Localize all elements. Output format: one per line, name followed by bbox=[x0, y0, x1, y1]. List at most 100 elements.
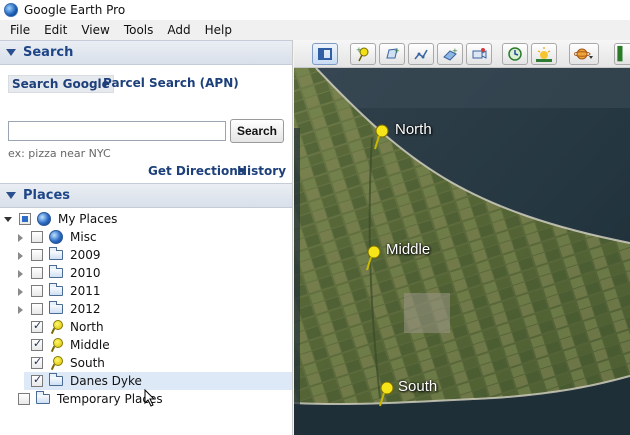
search-hint: ex: pizza near NYC bbox=[8, 147, 111, 160]
svg-text:+: + bbox=[394, 47, 400, 55]
placemark-pin-north-icon[interactable] bbox=[369, 123, 391, 151]
checkbox[interactable] bbox=[31, 267, 43, 279]
menu-add[interactable]: Add bbox=[161, 20, 196, 40]
checkbox[interactable] bbox=[31, 249, 43, 261]
add-placemark-button[interactable]: + bbox=[350, 43, 376, 65]
checkbox[interactable] bbox=[31, 285, 43, 297]
historical-imagery-button[interactable] bbox=[502, 43, 528, 65]
search-button[interactable]: Search bbox=[230, 119, 284, 143]
tree-item-2012[interactable]: 2012 bbox=[16, 300, 101, 318]
menu-bar: File Edit View Tools Add Help bbox=[0, 20, 630, 40]
checkbox[interactable] bbox=[31, 319, 43, 333]
tree-item-middle[interactable]: Middle bbox=[31, 336, 110, 354]
add-path-icon bbox=[414, 49, 428, 60]
tree-item-label: 2012 bbox=[70, 302, 101, 316]
checkbox[interactable] bbox=[19, 213, 31, 225]
tree-item-label: My Places bbox=[58, 212, 118, 226]
collapse-triangle-icon bbox=[6, 192, 16, 199]
google-earth-app-icon bbox=[4, 3, 18, 17]
history-link[interactable]: History bbox=[237, 164, 286, 178]
svg-text:+: + bbox=[356, 46, 362, 54]
add-image-overlay-icon: + bbox=[443, 47, 458, 61]
record-tour-button[interactable] bbox=[466, 43, 492, 65]
historical-imagery-icon bbox=[508, 47, 522, 61]
mouse-cursor-icon bbox=[144, 389, 156, 407]
window-title: Google Earth Pro bbox=[24, 3, 126, 17]
tree-item-label: Misc bbox=[70, 230, 97, 244]
checkbox[interactable] bbox=[31, 303, 43, 315]
placemark-pin-icon bbox=[48, 320, 64, 334]
planets-icon bbox=[574, 48, 593, 60]
record-tour-icon bbox=[472, 48, 487, 59]
expand-arrow-icon[interactable] bbox=[16, 287, 25, 296]
map-toolbar: + + + ▌ bbox=[294, 40, 630, 68]
placemark-pin-icon bbox=[48, 356, 64, 370]
globe-icon bbox=[36, 212, 52, 226]
tree-item-2011[interactable]: 2011 bbox=[16, 282, 101, 300]
placemark-pin-icon bbox=[48, 338, 64, 352]
placemark-label-north[interactable]: North bbox=[395, 121, 432, 138]
places-panel-header[interactable]: Places bbox=[0, 183, 292, 208]
add-polygon-button[interactable]: + bbox=[379, 43, 405, 65]
tree-item-2010[interactable]: 2010 bbox=[16, 264, 101, 282]
placemark-pin-south-icon[interactable] bbox=[374, 380, 396, 408]
checkbox[interactable] bbox=[31, 231, 43, 243]
tree-item-danes-dyke[interactable]: Danes Dyke bbox=[24, 372, 292, 390]
tree-item-label: Danes Dyke bbox=[70, 374, 142, 388]
folder-icon bbox=[35, 391, 51, 406]
menu-file[interactable]: File bbox=[4, 20, 36, 40]
sunlight-icon bbox=[536, 47, 552, 62]
more-tools-button[interactable]: ▌ bbox=[614, 43, 630, 65]
tree-item-label: South bbox=[70, 356, 105, 370]
expand-arrow-icon[interactable] bbox=[16, 305, 25, 314]
tab-search-google[interactable]: Search Google bbox=[8, 75, 114, 93]
folder-icon bbox=[48, 265, 64, 280]
sidebar: Search Search Google Parcel Search (APN)… bbox=[0, 40, 293, 435]
tree-item-north[interactable]: North bbox=[31, 318, 104, 336]
menu-edit[interactable]: Edit bbox=[38, 20, 73, 40]
tree-item-label: North bbox=[70, 320, 104, 334]
globe-icon bbox=[48, 230, 64, 244]
tree-item-my-places[interactable]: My Places bbox=[4, 210, 117, 228]
map-view[interactable]: North Middle South bbox=[294, 68, 630, 435]
sidebar-toggle-button[interactable] bbox=[312, 43, 338, 65]
checkbox[interactable] bbox=[31, 373, 43, 387]
checkbox[interactable] bbox=[31, 337, 43, 351]
placemark-label-middle[interactable]: Middle bbox=[386, 241, 430, 258]
menu-tools[interactable]: Tools bbox=[118, 20, 160, 40]
tree-item-label: 2011 bbox=[70, 284, 101, 298]
menu-view[interactable]: View bbox=[75, 20, 115, 40]
planets-button[interactable] bbox=[569, 43, 599, 65]
folder-icon bbox=[48, 373, 64, 388]
tree-item-2009[interactable]: 2009 bbox=[16, 246, 101, 264]
add-path-button[interactable] bbox=[408, 43, 434, 65]
tree-item-label: 2009 bbox=[70, 248, 101, 262]
checkbox[interactable] bbox=[31, 355, 43, 369]
search-input[interactable] bbox=[8, 121, 226, 141]
sunlight-button[interactable] bbox=[531, 43, 557, 65]
tree-item-misc[interactable]: Misc bbox=[16, 228, 97, 246]
add-polygon-icon: + bbox=[386, 47, 400, 59]
expand-arrow-icon[interactable] bbox=[4, 215, 13, 224]
search-panel-header[interactable]: Search bbox=[0, 40, 292, 65]
get-directions-link[interactable]: Get Directions bbox=[148, 164, 245, 178]
expand-arrow-icon[interactable] bbox=[16, 269, 25, 278]
expand-arrow-icon[interactable] bbox=[16, 233, 25, 242]
placemark-label-south[interactable]: South bbox=[398, 378, 437, 395]
checkbox[interactable] bbox=[18, 393, 30, 405]
add-placemark-icon: + bbox=[356, 46, 369, 62]
overflow-icon: ▌ bbox=[617, 46, 628, 62]
tree-item-label: 2010 bbox=[70, 266, 101, 280]
add-image-overlay-button[interactable]: + bbox=[437, 43, 463, 65]
menu-help[interactable]: Help bbox=[199, 20, 238, 40]
svg-text:+: + bbox=[452, 47, 458, 55]
tree-item-temporary-places[interactable]: Temporary Places bbox=[18, 390, 163, 408]
folder-icon bbox=[48, 301, 64, 316]
placemark-pin-middle-icon[interactable] bbox=[361, 244, 383, 272]
satellite-imagery[interactable] bbox=[294, 68, 630, 435]
places-panel-title: Places bbox=[23, 188, 71, 203]
search-panel-title: Search bbox=[23, 45, 74, 60]
tab-parcel-search[interactable]: Parcel Search (APN) bbox=[103, 76, 239, 90]
tree-item-south[interactable]: South bbox=[31, 354, 105, 372]
expand-arrow-icon[interactable] bbox=[16, 251, 25, 260]
